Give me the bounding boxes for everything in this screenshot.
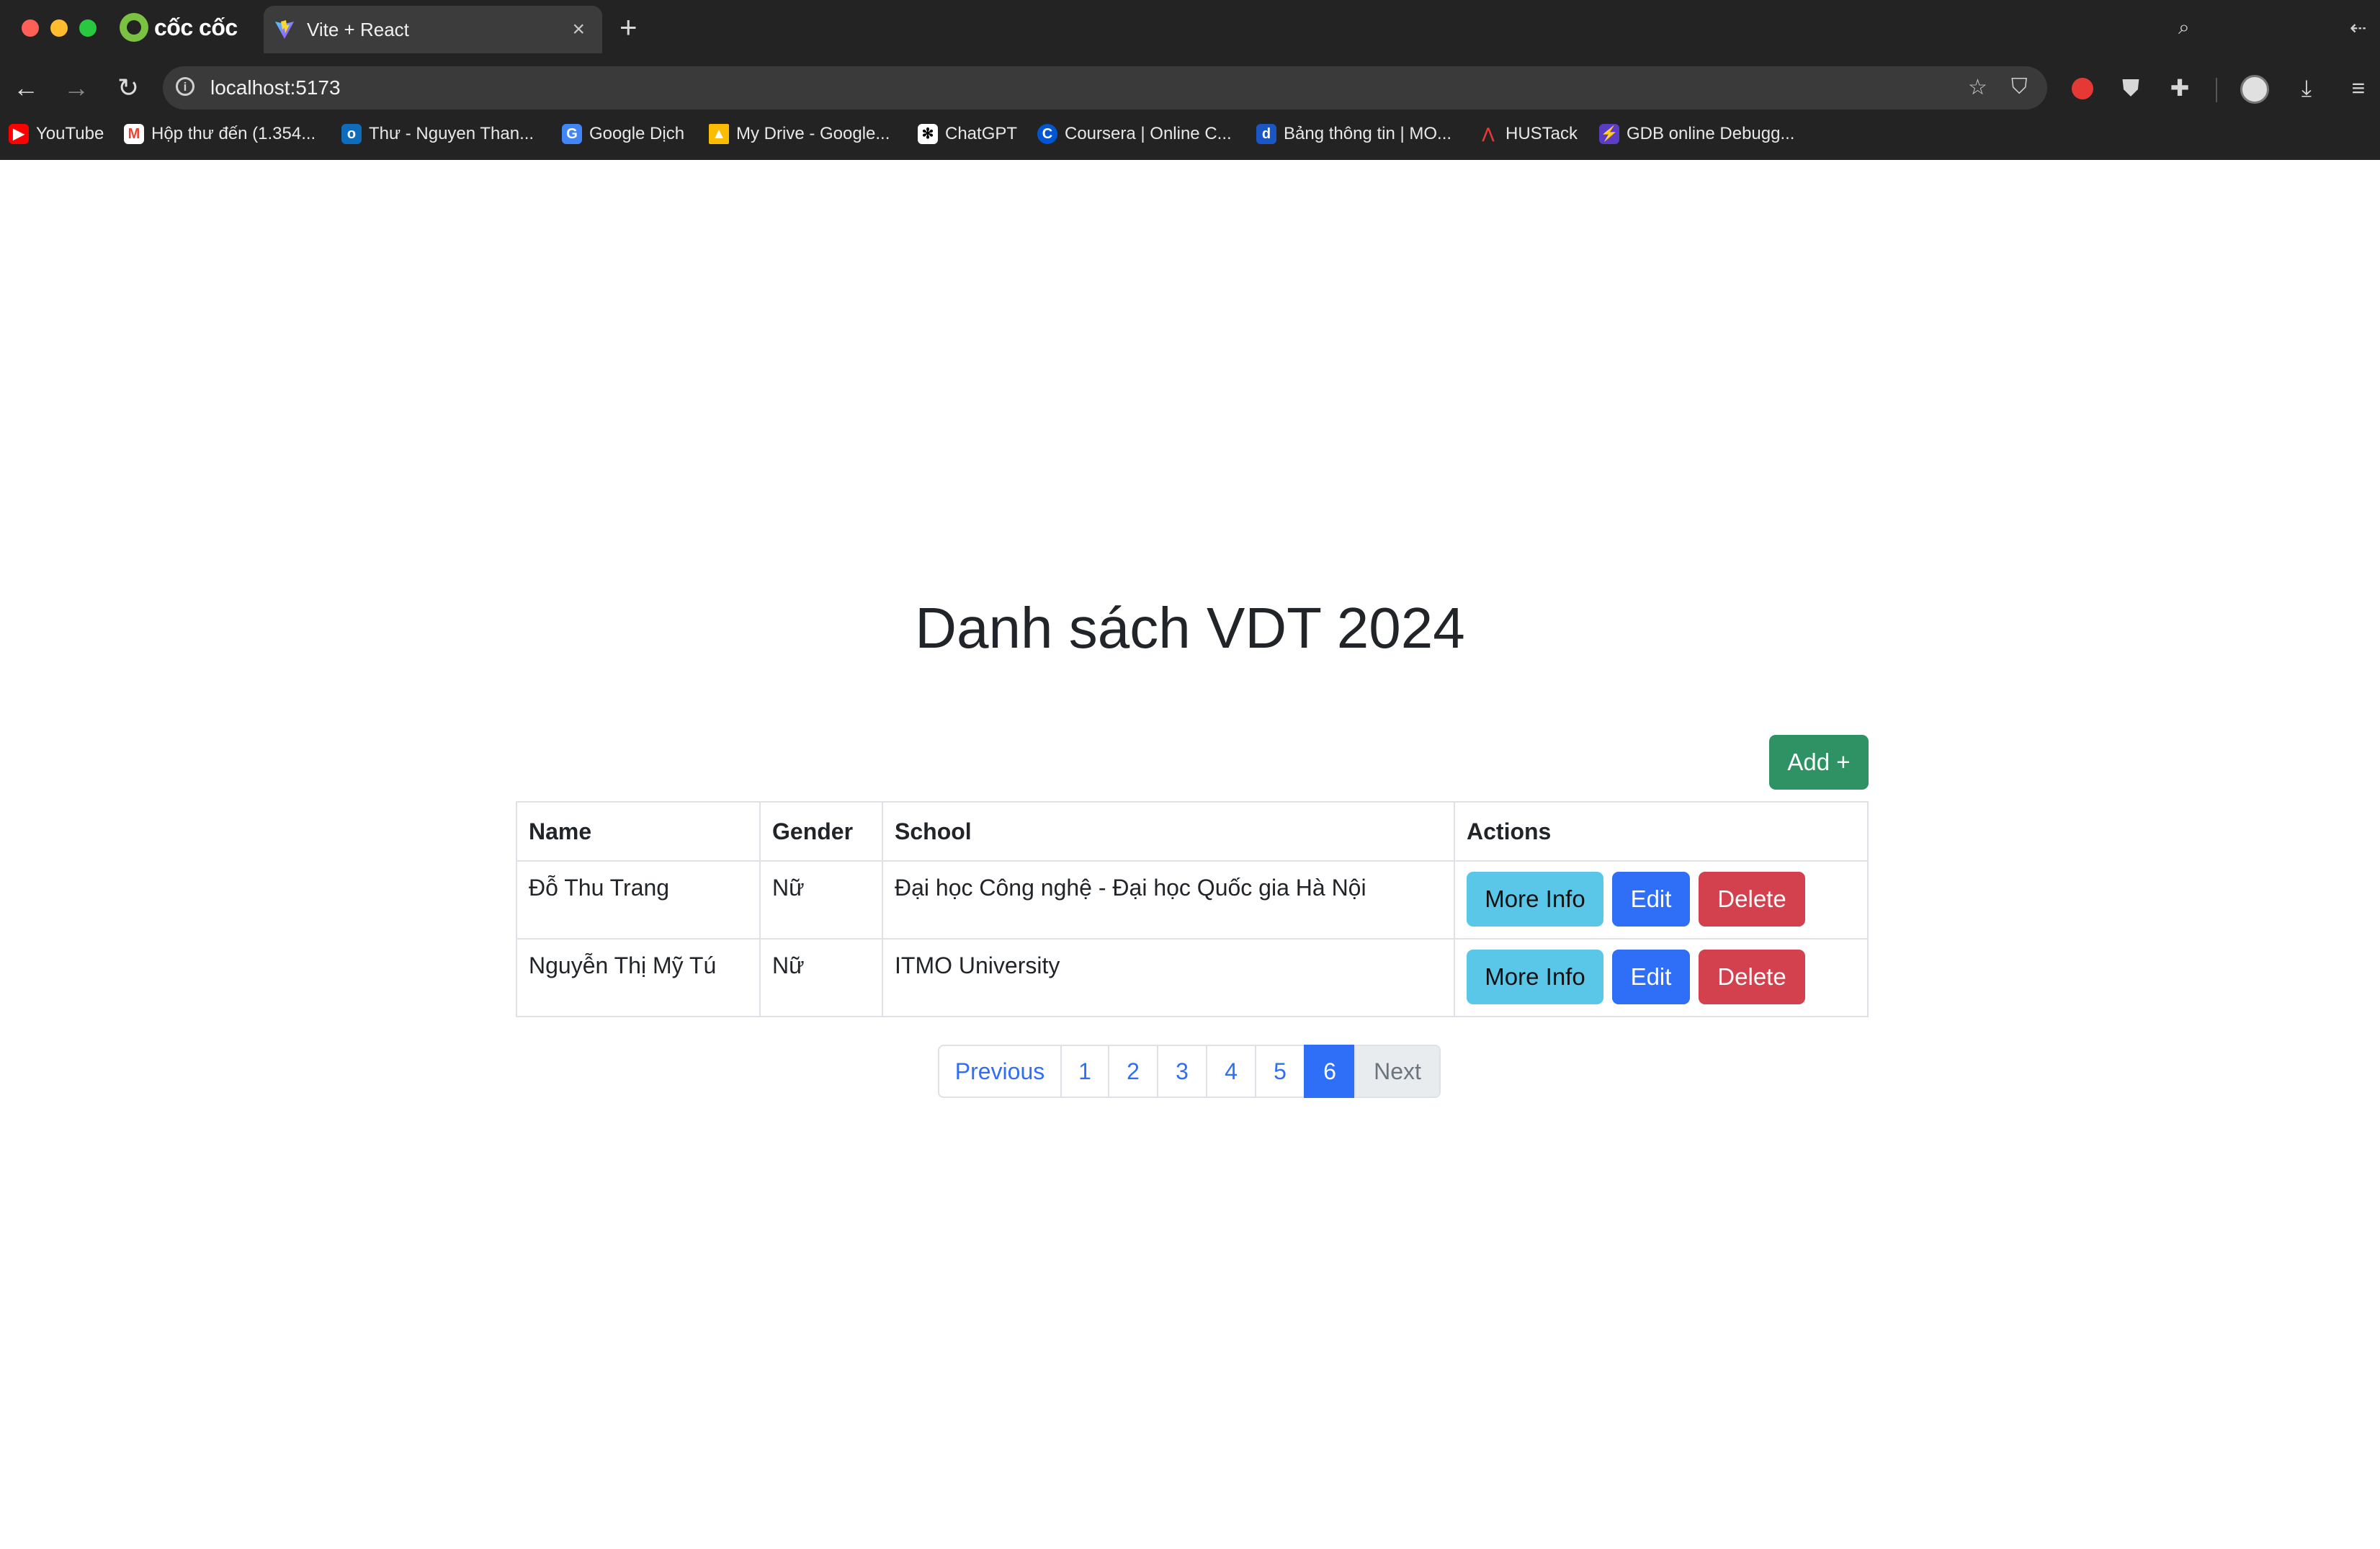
cell-actions: More Info Edit Delete	[1454, 860, 1869, 939]
page-link-3[interactable]: 3	[1157, 1045, 1207, 1098]
profile-avatar-icon[interactable]	[2240, 75, 2269, 104]
bookmark-label: GDB online Debugg...	[1627, 124, 1795, 143]
header-school: School	[882, 801, 1455, 862]
more-info-button[interactable]: More Info	[1467, 872, 1603, 927]
adblock-extension-icon[interactable]	[2072, 78, 2093, 99]
gmail-icon: M	[124, 124, 144, 144]
students-table: Name Gender School Actions Đỗ Thu Trang …	[516, 801, 1869, 1017]
table-row: Nguyễn Thị Mỹ Tú Nữ ITMO University More…	[516, 938, 1869, 1017]
hustack-icon: ⋀	[1482, 126, 1495, 142]
bookmark-label: Google Dịch	[589, 124, 685, 143]
bookmark-label: HUSTack	[1506, 124, 1578, 143]
bookmark-label: My Drive - Google...	[736, 124, 890, 143]
browser-brand: cốc cốc	[120, 12, 238, 43]
bookmark-youtube[interactable]: ▶ YouTube	[9, 124, 104, 144]
bookmark-coursera[interactable]: C Coursera | Online C...	[1037, 124, 1232, 144]
address-bar[interactable]: i localhost:5173 ☆ ⛉	[163, 66, 2047, 110]
cell-school: Đại học Công nghệ - Đại học Quốc gia Hà …	[882, 860, 1455, 939]
gdb-icon: ⚡	[1599, 124, 1619, 144]
edit-button[interactable]: Edit	[1612, 950, 1690, 1004]
reload-icon[interactable]: ↻	[112, 72, 144, 104]
table-row: Đỗ Thu Trang Nữ Đại học Công nghệ - Đại …	[516, 860, 1869, 939]
bookmark-label: Hộp thư đến (1.354...	[151, 124, 316, 143]
browser-chrome: cốc cốc Vite + React × + ⌕ ⇠ ← → ↻ i loc…	[0, 0, 2380, 160]
pagination: Previous 1 2 3 4 5 6 Next	[938, 1045, 1441, 1098]
table-header-row: Name Gender School Actions	[516, 801, 1869, 862]
bookmark-label: YouTube	[36, 124, 104, 143]
cell-gender: Nữ	[759, 938, 883, 1017]
cell-school: ITMO University	[882, 938, 1455, 1017]
bookmark-chatgpt[interactable]: ✻ ChatGPT	[918, 124, 1017, 144]
header-actions: Actions	[1454, 801, 1869, 862]
header-name: Name	[516, 801, 761, 862]
toolbar-divider	[2216, 78, 2217, 102]
pagination-previous[interactable]: Previous	[938, 1045, 1062, 1098]
bookmark-gmail[interactable]: M Hộp thư đến (1.354...	[124, 124, 316, 144]
tab-close-icon[interactable]: ×	[572, 19, 585, 40]
chatgpt-icon: ✻	[918, 124, 938, 144]
coursera-icon: C	[1037, 124, 1057, 144]
shield-icon[interactable]: ⛉	[2011, 75, 2028, 99]
bookmark-gdb[interactable]: ⚡ GDB online Debugg...	[1599, 124, 1794, 144]
page-link-5[interactable]: 5	[1255, 1045, 1305, 1098]
youtube-icon: ▶	[9, 124, 29, 144]
site-info-icon[interactable]: i	[176, 77, 194, 96]
privacy-shield-icon[interactable]: ⛊	[2115, 73, 2147, 102]
extensions-puzzle-icon[interactable]: ✚	[2164, 73, 2196, 102]
bookmark-label: Thư - Nguyen Than...	[369, 124, 534, 143]
tab-vite-react[interactable]: Vite + React ×	[264, 6, 602, 53]
download-icon[interactable]: ⤓	[2291, 73, 2322, 102]
edit-button[interactable]: Edit	[1612, 872, 1690, 927]
cell-name: Nguyễn Thị Mỹ Tú	[516, 938, 761, 1017]
browser-brand-label: cốc cốc	[154, 14, 238, 40]
bookmark-label: Bảng thông tin | MO...	[1284, 124, 1452, 143]
tab-search-icon[interactable]: ⌕	[2178, 16, 2190, 40]
bookmark-label: ChatGPT	[945, 124, 1018, 143]
page-link-1[interactable]: 1	[1060, 1045, 1109, 1098]
close-window-button[interactable]	[22, 19, 39, 37]
google-translate-icon: G	[562, 124, 582, 144]
bookmark-moodle[interactable]: d Bảng thông tin | MO...	[1256, 124, 1451, 144]
sidebar-toggle-icon[interactable]: ⇠	[2350, 16, 2366, 40]
add-button[interactable]: Add +	[1769, 735, 1869, 790]
bookmark-outlook[interactable]: o Thư - Nguyen Than...	[341, 124, 534, 144]
pagination-next[interactable]: Next	[1354, 1045, 1441, 1098]
page-link-2[interactable]: 2	[1108, 1045, 1158, 1098]
coccoc-logo-icon	[120, 13, 148, 42]
back-icon[interactable]: ←	[10, 72, 42, 104]
page-link-4[interactable]: 4	[1206, 1045, 1256, 1098]
url-text[interactable]: localhost:5173	[210, 76, 341, 99]
page-link-6-active[interactable]: 6	[1304, 1045, 1356, 1098]
vite-icon	[275, 20, 294, 39]
bookmark-star-icon[interactable]: ☆	[1968, 75, 1987, 100]
moodle-icon: d	[1256, 124, 1276, 144]
bookmark-google-translate[interactable]: G Google Dịch	[562, 124, 684, 144]
google-drive-icon: ▲	[709, 124, 729, 144]
menu-icon[interactable]: ≡	[2343, 73, 2374, 102]
bookmark-label: Coursera | Online C...	[1065, 124, 1232, 143]
new-tab-button[interactable]: +	[619, 12, 638, 43]
cell-name: Đỗ Thu Trang	[516, 860, 761, 939]
outlook-icon: o	[341, 124, 362, 144]
page-title: Danh sách VDT 2024	[915, 596, 1465, 660]
minimize-window-button[interactable]	[50, 19, 68, 37]
header-gender: Gender	[759, 801, 883, 862]
delete-button[interactable]: Delete	[1699, 872, 1805, 927]
cell-actions: More Info Edit Delete	[1454, 938, 1869, 1017]
bookmark-hustack[interactable]: ⋀ HUSTack	[1478, 124, 1578, 144]
bookmarks-bar: ▶ YouTube M Hộp thư đến (1.354... o Thư …	[0, 120, 2380, 151]
cell-gender: Nữ	[759, 860, 883, 939]
bookmark-google-drive[interactable]: ▲ My Drive - Google...	[709, 124, 890, 144]
maximize-window-button[interactable]	[79, 19, 97, 37]
delete-button[interactable]: Delete	[1699, 950, 1805, 1004]
forward-icon[interactable]: →	[61, 72, 92, 104]
tab-title: Vite + React	[307, 18, 409, 40]
more-info-button[interactable]: More Info	[1467, 950, 1603, 1004]
